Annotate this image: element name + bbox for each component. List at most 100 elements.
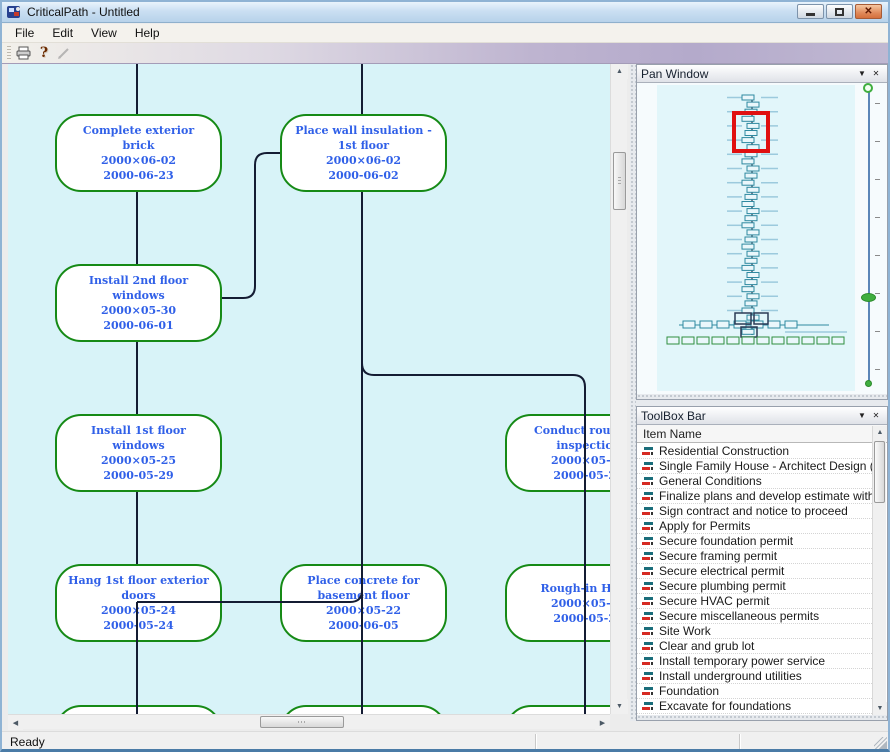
toolbox-item[interactable]: Sign contract and notice to proceed: [637, 504, 872, 519]
node-start-date: 2000×05-22: [326, 603, 401, 618]
node-start-date: 2000×05-30: [101, 303, 176, 318]
help-button[interactable]: ?: [34, 44, 54, 62]
toolbox-item-label: Secure framing permit: [659, 549, 777, 563]
task-node[interactable]: Rough-in HVAC2000×05-222000-05-24: [505, 564, 610, 642]
toolbox-item-label: Residential Construction: [659, 444, 789, 458]
toolbox-item[interactable]: Install temporary power service: [637, 654, 872, 669]
toolbox-item[interactable]: Secure miscellaneous permits: [637, 609, 872, 624]
node-start-date: 2000×05-25: [551, 453, 610, 468]
minimize-button[interactable]: [797, 4, 824, 19]
task-icon: [641, 460, 655, 472]
zoom-slider-bottom-knob[interactable]: [865, 380, 872, 387]
toolbox-item[interactable]: Single Family House - Architect Design (…: [637, 459, 872, 474]
task-node[interactable]: Place wall insulation - 1st floor2000×06…: [280, 114, 447, 192]
zoom-slider-top-knob[interactable]: [863, 83, 873, 93]
toolbox-item[interactable]: Install underground utilities: [637, 669, 872, 684]
task-node[interactable]: Place concrete for basement floor2000×05…: [280, 564, 447, 642]
node-start-date: 2000×05-25: [101, 453, 176, 468]
task-node-partial[interactable]: [505, 705, 610, 714]
task-node-partial[interactable]: [280, 705, 447, 714]
task-icon: [641, 475, 655, 487]
node-title: Conduct rough-in inspection: [515, 423, 610, 453]
pencil-icon: [57, 47, 71, 60]
scroll-left-arrow[interactable]: ◀: [8, 715, 23, 730]
toolbox-item-label: Secure plumbing permit: [659, 579, 786, 593]
toolbox-item-label: Finalize plans and develop estimate with…: [659, 489, 872, 503]
node-finish-date: 2000-06-05: [328, 618, 398, 633]
scrollbar-corner: [610, 714, 627, 729]
menu-edit[interactable]: Edit: [43, 24, 82, 42]
scroll-down-arrow[interactable]: ▼: [611, 699, 628, 714]
zoom-slider[interactable]: [859, 83, 889, 391]
pane-resize-hatch[interactable]: [637, 394, 887, 399]
toolbox-item[interactable]: Residential Construction: [637, 444, 872, 459]
task-node[interactable]: Install 2nd floor windows2000×05-302000-…: [55, 264, 222, 342]
toolbox-item[interactable]: Secure HVAC permit: [637, 594, 872, 609]
annotate-button[interactable]: [54, 44, 74, 62]
task-node-partial[interactable]: [55, 705, 222, 714]
pane-menu-icon[interactable]: ▼: [855, 409, 869, 423]
toolbox-scrollbar[interactable]: ▲ ▼: [872, 426, 886, 715]
horizontal-scroll-thumb[interactable]: [260, 716, 344, 728]
pane-resize-hatch[interactable]: [637, 715, 887, 720]
status-text: Ready: [10, 735, 45, 749]
menu-view[interactable]: View: [82, 24, 126, 42]
task-node[interactable]: Conduct rough-in inspection2000×05-25200…: [505, 414, 610, 492]
toolbox-item[interactable]: Secure foundation permit: [637, 534, 872, 549]
toolbox-scroll-thumb[interactable]: [874, 441, 885, 503]
canvas-vertical-scrollbar[interactable]: ▲ ▼: [610, 64, 627, 714]
task-icon: [641, 670, 655, 682]
toolbar-grip[interactable]: [7, 46, 11, 61]
print-button[interactable]: [14, 44, 34, 62]
canvas-horizontal-scrollbar[interactable]: ◀ ▶: [8, 714, 610, 729]
task-node[interactable]: Complete exterior brick2000×06-022000-06…: [55, 114, 222, 192]
maximize-button[interactable]: [826, 4, 853, 19]
node-start-date: 2000×06-02: [326, 153, 401, 168]
toolbox-item[interactable]: General Conditions: [637, 474, 872, 489]
pan-window-header[interactable]: Pan Window ▼ ✕: [637, 65, 887, 83]
toolbox-item[interactable]: Secure framing permit: [637, 549, 872, 564]
toolbox-item[interactable]: Excavate for foundations: [637, 699, 872, 714]
node-start-date: 2000×05-22: [551, 596, 610, 611]
task-icon: [641, 610, 655, 622]
scroll-down-arrow[interactable]: ▼: [873, 702, 887, 715]
pane-menu-icon[interactable]: ▼: [855, 67, 869, 81]
pane-close-icon[interactable]: ✕: [869, 67, 883, 81]
vertical-scroll-thumb[interactable]: [613, 152, 626, 210]
node-finish-date: 2000-06-02: [328, 168, 398, 183]
pane-close-icon[interactable]: ✕: [869, 409, 883, 423]
close-button[interactable]: ✕: [855, 4, 882, 19]
toolbox-header[interactable]: ToolBox Bar ▼ ✕: [637, 407, 887, 425]
scroll-right-arrow[interactable]: ▶: [595, 715, 610, 730]
toolbox-item[interactable]: Foundation: [637, 684, 872, 699]
window-title: CriticalPath - Untitled: [27, 5, 140, 19]
task-icon: [641, 625, 655, 637]
resize-grip[interactable]: [874, 737, 887, 750]
toolbox-item-label: Excavate for foundations: [659, 699, 791, 713]
zoom-slider-thumb[interactable]: [861, 293, 876, 302]
menu-file[interactable]: File: [6, 24, 43, 42]
toolbox-item[interactable]: Clear and grub lot: [637, 639, 872, 654]
toolbox-item[interactable]: Secure plumbing permit: [637, 579, 872, 594]
toolbox-item[interactable]: Site Work: [637, 624, 872, 639]
item-name-column-header[interactable]: Item Name: [637, 425, 887, 443]
diagram-canvas[interactable]: Complete exterior brick2000×06-022000-06…: [8, 64, 610, 714]
node-title: Hang 1st floor exterior doors: [65, 573, 212, 603]
task-icon: [641, 565, 655, 577]
toolbox-item-label: Site Work: [659, 624, 711, 638]
toolbox-item-label: Secure foundation permit: [659, 534, 793, 548]
menu-help[interactable]: Help: [126, 24, 169, 42]
toolbox-item[interactable]: Finalize plans and develop estimate with…: [637, 489, 872, 504]
minimap[interactable]: [657, 85, 855, 391]
zoom-slider-track[interactable]: [868, 89, 870, 385]
toolbox-item-label: Apply for Permits: [659, 519, 750, 533]
task-icon: [641, 505, 655, 517]
scroll-up-arrow[interactable]: ▲: [611, 64, 628, 79]
task-node[interactable]: Install 1st floor windows2000×05-252000-…: [55, 414, 222, 492]
scroll-up-arrow[interactable]: ▲: [873, 426, 887, 439]
task-icon: [641, 595, 655, 607]
toolbox-item-label: Install underground utilities: [659, 669, 802, 683]
task-node[interactable]: Hang 1st floor exterior doors2000×05-242…: [55, 564, 222, 642]
toolbox-item[interactable]: Secure electrical permit: [637, 564, 872, 579]
toolbox-item[interactable]: Apply for Permits: [637, 519, 872, 534]
